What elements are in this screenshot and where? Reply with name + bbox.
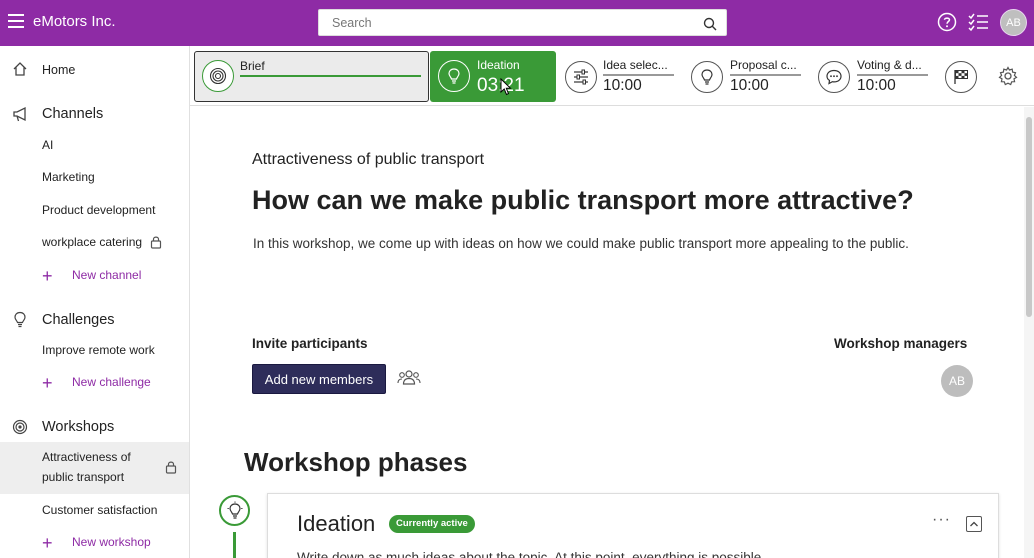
new-workshop-label: New workshop — [72, 535, 151, 549]
help-icon[interactable] — [937, 12, 957, 32]
people-icon[interactable] — [397, 368, 421, 388]
sidebar-item-label: AI — [42, 138, 54, 152]
workshop-headline: How can we make public transport more at… — [252, 185, 914, 215]
target-icon — [12, 419, 28, 435]
workshop-managers-title: Workshop managers — [834, 336, 968, 351]
plus-icon: + — [42, 266, 53, 286]
target-icon — [202, 60, 234, 92]
top-bar: eMotors Inc. Search AB — [0, 0, 1034, 46]
phase-progress-bar — [240, 75, 421, 77]
checkered-flag-icon — [945, 61, 977, 93]
new-challenge-button[interactable]: + New challenge — [0, 372, 189, 394]
sidebar-section-challenges[interactable]: Challenges — [0, 308, 189, 332]
phase-brief[interactable]: Brief — [194, 51, 429, 102]
phase-label: Brief — [240, 59, 265, 73]
megaphone-icon — [13, 106, 26, 122]
sidebar-home-label: Home — [42, 63, 76, 77]
phase-timer: 10:00 — [603, 77, 642, 94]
sidebar-item-product-development[interactable]: Product development — [0, 200, 189, 222]
collapse-icon[interactable] — [966, 516, 982, 532]
phase-proposal-creation[interactable]: Proposal c... 10:00 — [689, 46, 809, 106]
gear-icon[interactable] — [998, 66, 1018, 86]
add-new-members-button[interactable]: Add new members — [252, 364, 386, 394]
sidebar-section-workshops[interactable]: Workshops — [0, 415, 189, 439]
timeline-line — [233, 532, 236, 558]
sidebar-item-label: Improve remote work — [42, 343, 155, 357]
plus-icon: + — [42, 533, 53, 553]
search-input[interactable]: Search — [318, 9, 727, 36]
phase-progress-bar — [603, 74, 674, 76]
new-challenge-label: New challenge — [72, 375, 151, 389]
plus-icon: + — [42, 373, 53, 393]
scrollbar[interactable] — [1024, 107, 1034, 558]
phase-timer: 10:00 — [857, 77, 896, 94]
menu-icon[interactable] — [8, 14, 24, 28]
sidebar-item-attractiveness-of-public-transport[interactable]: Attractiveness of public transport — [0, 442, 189, 494]
sidebar-item-label: Attractiveness of — [42, 450, 131, 464]
phase-card-ideation: Ideation Currently active ··· Write down… — [267, 493, 999, 558]
sidebar-item-ai[interactable]: AI — [0, 134, 189, 156]
phase-idea-selection[interactable]: Idea selec... 10:00 — [562, 46, 682, 106]
sidebar: Home Channels AI Marketing Product devel… — [0, 46, 190, 558]
more-options-icon[interactable]: ··· — [932, 511, 951, 529]
phase-card-title: Ideation — [297, 511, 376, 536]
phase-label: Ideation — [477, 58, 520, 72]
sidebar-item-home[interactable]: Home — [0, 56, 189, 82]
workshop-description: In this workshop, we come up with ideas … — [253, 236, 909, 251]
cursor-icon — [500, 78, 512, 96]
scrollbar-thumb[interactable] — [1026, 117, 1032, 317]
lock-icon — [165, 461, 177, 474]
sliders-icon — [565, 61, 597, 93]
invite-participants-title: Invite participants — [252, 336, 368, 351]
phase-label: Voting & d... — [857, 58, 922, 72]
sidebar-item-label: public transport — [42, 470, 125, 484]
user-avatar[interactable]: AB — [1000, 9, 1027, 36]
search-icon[interactable] — [703, 17, 717, 31]
new-channel-label: New channel — [72, 268, 142, 282]
phase-strip: Brief Ideation 03:21 Idea selec... 10:00… — [190, 46, 1034, 106]
phase-card-description: Write down as much ideas about the topic… — [297, 550, 766, 558]
status-badge: Currently active — [389, 515, 475, 533]
sidebar-item-workplace-catering[interactable]: workplace catering — [0, 232, 189, 254]
new-channel-button[interactable]: + New channel — [0, 265, 189, 287]
sidebar-item-marketing[interactable]: Marketing — [0, 167, 189, 189]
sidebar-workshops-title: Workshops — [42, 419, 115, 435]
sidebar-channels-title: Channels — [42, 106, 104, 122]
sidebar-item-label: Customer satisfaction — [42, 503, 158, 517]
new-workshop-button[interactable]: + New workshop — [0, 532, 189, 554]
phase-ideation[interactable]: Ideation 03:21 — [430, 51, 556, 102]
search-placeholder: Search — [332, 16, 372, 30]
sidebar-section-channels[interactable]: Channels — [0, 102, 189, 126]
sidebar-item-improve-remote-work[interactable]: Improve remote work — [0, 340, 189, 362]
sidebar-item-label: workplace catering — [42, 235, 143, 249]
sidebar-challenges-title: Challenges — [42, 312, 115, 328]
phase-finish[interactable] — [943, 46, 983, 106]
sidebar-item-customer-satisfaction[interactable]: Customer satisfaction — [0, 500, 189, 522]
phase-label: Idea selec... — [603, 58, 668, 72]
lightbulb-icon — [438, 60, 470, 92]
phase-voting[interactable]: Voting & d... 10:00 — [816, 46, 936, 106]
phase-timer: 10:00 — [730, 77, 769, 94]
home-icon — [13, 62, 27, 76]
tasks-icon[interactable] — [968, 12, 990, 32]
lightbulb-icon — [691, 61, 723, 93]
phase-label: Proposal c... — [730, 58, 797, 72]
workshop-subtitle: Attractiveness of public transport — [252, 151, 485, 168]
lightbulb-icon — [14, 311, 26, 328]
speech-bubble-icon — [818, 61, 850, 93]
sidebar-item-label: Marketing — [42, 170, 95, 184]
app-title[interactable]: eMotors Inc. — [33, 13, 116, 30]
lightbulb-icon — [219, 495, 250, 526]
workshop-phases-title: Workshop phases — [244, 447, 468, 477]
manager-avatar[interactable]: AB — [941, 365, 973, 397]
main-content: Attractiveness of public transport How c… — [190, 107, 1024, 558]
phase-progress-bar — [857, 74, 928, 76]
phase-progress-bar — [730, 74, 801, 76]
lock-icon — [150, 236, 162, 249]
sidebar-item-label: Product development — [42, 203, 156, 217]
